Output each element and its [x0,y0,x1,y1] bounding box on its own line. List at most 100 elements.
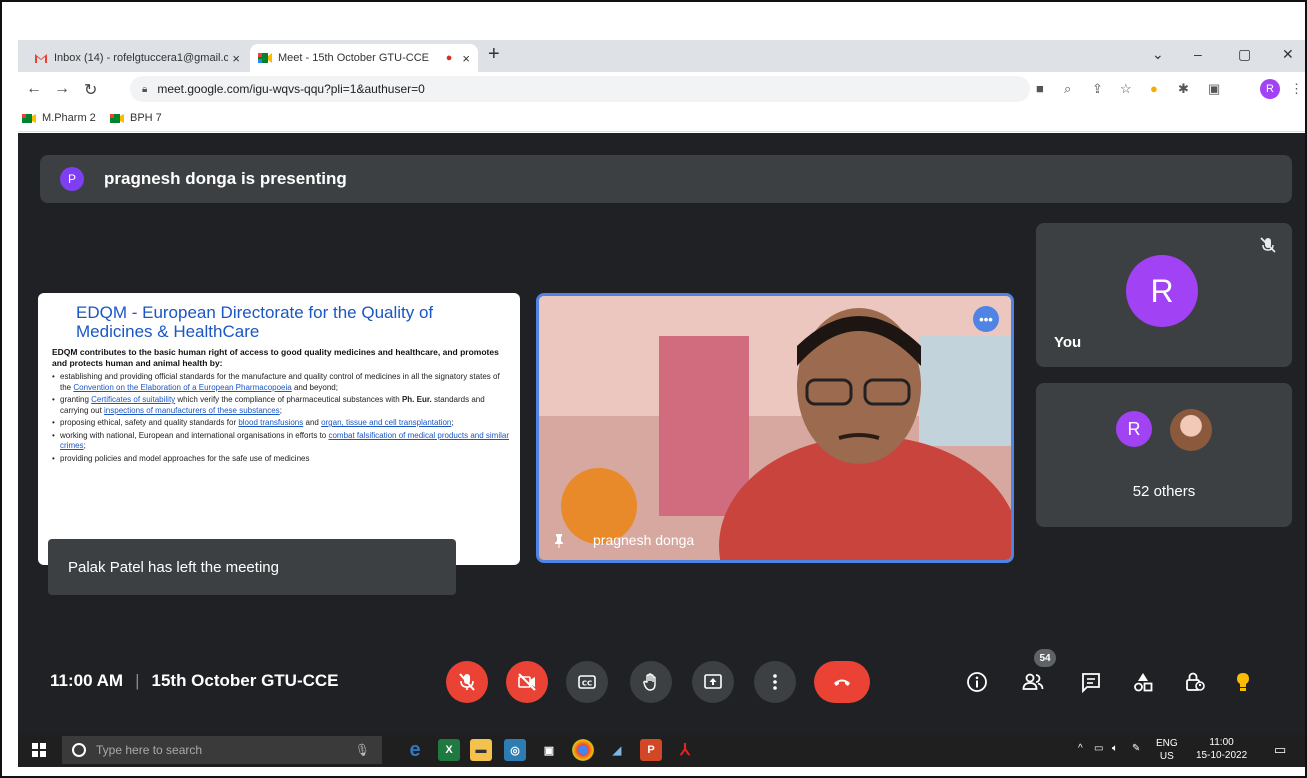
speaker-video-tile[interactable]: pragnesh donga ••• [536,293,1014,563]
battery-icon[interactable]: ▭ [1094,743,1103,754]
extensions-icon[interactable]: ✱ [1178,81,1189,97]
meet-stage: P pragnesh donga is presenting EDQM - Eu… [18,133,1305,733]
reload-icon[interactable]: ↻ [84,80,97,100]
host-controls-button[interactable] [1182,669,1208,695]
leave-call-button[interactable] [814,661,870,703]
slide-bullet: proposing ethical, safety and quality st… [52,418,510,429]
speaker-video-frame [539,296,1011,560]
language-indicator[interactable]: ENG US [1156,737,1178,763]
network-app-icon[interactable]: ◎ [504,739,526,761]
bullet-text: proposing ethical, safety and quality st… [60,418,239,427]
close-window-button[interactable]: ✕ [1282,46,1294,63]
raise-hand-button[interactable] [630,661,672,703]
clock-date: 15-10-2022 [1196,750,1248,761]
taskbar-clock[interactable]: 11:00 15-10-2022 [1196,736,1247,762]
others-tile[interactable]: R 52 others [1036,383,1292,527]
more-options-icon[interactable]: ••• [973,306,999,332]
tab-meet[interactable]: Meet - 15th October GTU-CCE ● × [250,44,478,72]
zoom-icon[interactable]: ⌕ [1064,81,1071,97]
file-explorer-icon[interactable]: ▬ [470,739,492,761]
pin-icon[interactable] [551,532,567,548]
meeting-details-button[interactable] [964,669,990,695]
presentation-slide[interactable]: EDQM - European Directorate for the Qual… [38,293,520,565]
notification-toast: Palak Patel has left the meeting [48,539,456,595]
pen-app-icon[interactable]: ◢ [606,739,628,761]
bookmark-label: M.Pharm 2 [42,112,96,124]
tab-strip: Inbox (14) - rofelgtuccera1@gmail.com - … [18,40,1305,72]
share-icon[interactable]: ⇪ [1092,81,1103,97]
tab-title: Inbox (14) - rofelgtuccera1@gmail.com - … [54,52,228,64]
chat-button[interactable] [1078,669,1104,695]
address-bar[interactable]: 🔒︎ meet.google.com/igu-wqvs-qqu?pli=1&au… [130,76,1030,102]
tab-search-chevron-icon[interactable]: ⌄ [1152,46,1164,63]
mic-toggle-button[interactable] [446,661,488,703]
tab-gmail[interactable]: Inbox (14) - rofelgtuccera1@gmail.com - … [26,44,248,72]
bullet-text: ; [83,441,86,450]
chat-icon [1082,673,1100,693]
camera-toggle-button[interactable] [506,661,548,703]
keep-extension-icon[interactable]: ● [1150,81,1158,96]
slide-intro: EDQM contributes to the basic human righ… [52,347,499,368]
new-tab-button[interactable]: + [488,43,500,66]
search-placeholder: Type here to search [96,743,203,757]
slide-link[interactable]: Convention on the Elaboration of a Europ… [73,383,291,392]
bookmark-bph7[interactable]: BPH 7 [110,112,162,124]
star-icon[interactable]: ☆ [1120,81,1132,97]
meet-icon [110,113,124,123]
store-icon[interactable]: ▣ [538,739,560,761]
people-icon [1022,673,1044,690]
forward-icon[interactable]: → [54,80,70,98]
powerpoint-icon[interactable]: P [640,739,662,761]
edge-icon[interactable]: e [404,739,426,761]
tab-title: Meet - 15th October GTU-CCE [278,52,429,64]
slide-link[interactable]: inspections of manufacturers of these su… [104,406,280,415]
volume-icon[interactable]: 🔈︎ [1112,743,1118,754]
tray-chevron-icon[interactable]: ^ [1078,743,1083,754]
camera-icon[interactable]: ■ [1036,81,1044,96]
people-button[interactable] [1020,669,1046,695]
hand-icon [643,673,656,691]
mic-off-icon [1260,237,1276,253]
keep-notes-button[interactable] [1230,669,1256,695]
pdf-reader-icon[interactable]: ⅄ [674,739,696,761]
close-tab-icon[interactable]: × [462,51,470,66]
excel-icon[interactable]: X [438,739,460,761]
vertical-dots-icon [773,674,777,690]
slide-link[interactable]: organ, tissue and cell transplantation [321,418,451,427]
kebab-menu-icon[interactable]: ⋮ [1290,81,1303,97]
lang-code: ENG [1156,738,1178,749]
clock-time: 11:00 [1209,737,1234,748]
present-icon [704,674,722,689]
windows-taskbar: Type here to search 🎙︎ e X ▬ ◎ ▣ ◢ P ⅄ ^… [18,733,1305,767]
captions-button[interactable]: CC [566,661,608,703]
bullet-text: granting [60,395,92,404]
self-avatar: R [1126,255,1198,327]
slide-link[interactable]: Certificates of suitability [91,395,175,404]
windows-start-icon[interactable] [32,743,46,757]
profile-avatar[interactable]: R [1260,79,1280,99]
minimize-button[interactable]: – [1194,46,1202,62]
chrome-icon[interactable] [572,739,594,761]
microphone-icon[interactable]: 🎙︎ [355,743,370,757]
slide-link[interactable]: blood transfusions [238,418,303,427]
bookmark-mpharm2[interactable]: M.Pharm 2 [22,112,96,124]
back-icon[interactable]: ← [26,80,42,98]
bullet-text: and [303,418,322,427]
url-text: meet.google.com/igu-wqvs-qqu?pli=1&authu… [157,82,425,96]
taskbar-search[interactable]: Type here to search 🎙︎ [62,736,382,764]
slide-bullet: establishing and providing official stan… [52,372,510,393]
mic-off-icon [459,673,475,691]
self-label: You [1054,334,1082,351]
presenting-text: pragnesh donga is presenting [104,169,347,188]
pen-tray-icon[interactable]: ✎ [1132,743,1140,754]
screen: Inbox (14) - rofelgtuccera1@gmail.com - … [0,0,1307,778]
close-tab-icon[interactable]: × [232,51,240,66]
meeting-info: 11:00 AM | 15th October GTU-CCE [50,671,339,691]
activities-button[interactable] [1130,669,1156,695]
more-options-button[interactable] [754,661,796,703]
self-tile[interactable]: R You [1036,223,1292,367]
maximize-button[interactable]: ▢ [1238,46,1251,63]
side-panel-icon[interactable]: ▣ [1208,81,1220,97]
notifications-icon[interactable]: ▭ [1274,742,1286,758]
present-now-button[interactable] [692,661,734,703]
